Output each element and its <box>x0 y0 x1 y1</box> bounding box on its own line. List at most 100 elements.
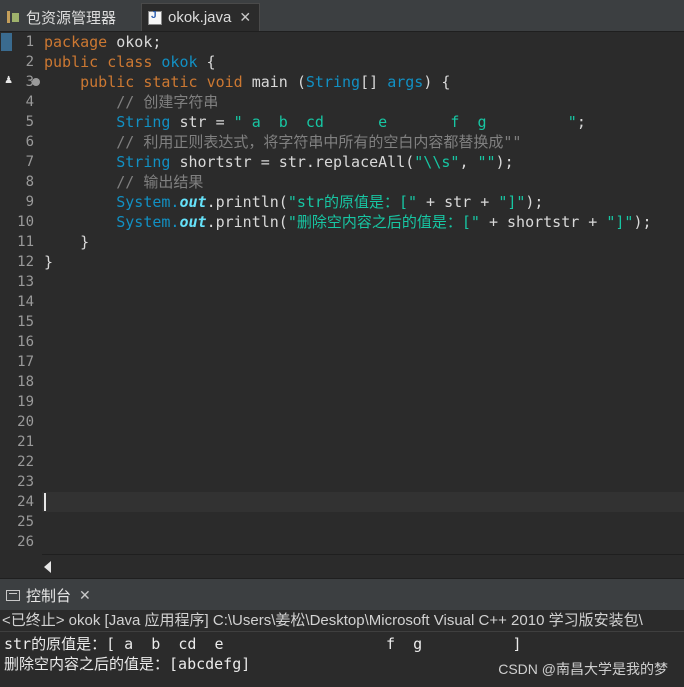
console-tab-bar: 控制台 ✕ <box>0 578 684 610</box>
code-line-12: } <box>44 252 53 272</box>
package-explorer-icon <box>6 10 20 24</box>
code-text: ; <box>576 113 586 131</box>
line-number: 22 <box>17 454 34 470</box>
keyword-class: class <box>107 53 153 71</box>
line-number: 14 <box>17 294 34 310</box>
line-number: 19 <box>17 394 34 410</box>
code-line-7: String shortstr = str.replaceAll("\\s", … <box>44 152 514 172</box>
line-number: 15 <box>17 314 34 330</box>
line-number: 18 <box>17 374 34 390</box>
line-number: 26 <box>17 534 34 550</box>
console-view[interactable]: <已终止> okok [Java 应用程序] C:\Users\姜松\Deskt… <box>0 610 684 687</box>
method-name: main <box>251 73 288 91</box>
code-text: ); <box>633 213 652 231</box>
comment: // 输出结果 <box>116 173 204 191</box>
string-literal: "str的原值是：[" <box>287 193 418 211</box>
keyword-public: public <box>80 73 135 91</box>
code-text: + shortstr + <box>479 213 607 231</box>
string-literal: "" <box>477 153 496 171</box>
code-line-10: System.out.println("删除空内容之后的值是：[" + shor… <box>44 212 652 232</box>
code-text: = <box>206 113 234 131</box>
static-field-out: out <box>179 213 207 231</box>
line-number: 25 <box>17 514 34 530</box>
type-string: String <box>305 73 361 91</box>
line-number: 23 <box>17 474 34 490</box>
code-text: ); <box>495 153 514 171</box>
code-text: ( <box>287 73 306 91</box>
console-status-line: <已终止> okok [Java 应用程序] C:\Users\姜松\Deskt… <box>0 610 684 632</box>
code-line-9: System.out.println("str的原值是：[" + str + "… <box>44 192 543 212</box>
tab-okok-java[interactable]: okok.java ✕ <box>141 3 261 31</box>
keyword-public: public <box>44 53 99 71</box>
horizontal-scrollbar[interactable] <box>42 554 684 577</box>
line-number: 10 <box>17 214 34 230</box>
code-text: , <box>459 153 478 171</box>
code-text: [] <box>360 73 388 91</box>
line-number: 13 <box>17 274 34 290</box>
variable-name: str <box>170 113 207 131</box>
line-number: 3 <box>25 74 34 90</box>
line-number: 21 <box>17 434 34 450</box>
code-line-3: public static void main (String[] args) … <box>44 72 450 92</box>
line-number: 5 <box>25 114 34 130</box>
code-line-6: // 利用正则表达式，将字符串中所有的空白内容都替换成"" <box>44 132 521 152</box>
current-line-highlight <box>42 492 684 512</box>
string-literal: "删除空内容之后的值是：[" <box>287 213 480 231</box>
string-literal: "\\s" <box>414 153 460 171</box>
type-string: String <box>116 153 171 171</box>
code-text: = str.replaceAll( <box>251 153 415 171</box>
text-caret <box>44 493 46 511</box>
code-text: .println( <box>206 193 288 211</box>
line-number: 16 <box>17 334 34 350</box>
code-line-1: package okok; <box>44 32 161 52</box>
code-text: } <box>80 233 90 251</box>
tab-console[interactable]: 控制台 ✕ <box>6 585 91 606</box>
string-literal: "]" <box>498 193 526 211</box>
tab-package-explorer[interactable]: 包资源管理器 <box>6 3 116 31</box>
editor-tab-bar: 包资源管理器 okok.java ✕ <box>0 0 684 32</box>
line-number: 8 <box>25 174 34 190</box>
close-icon[interactable]: ✕ <box>239 9 251 26</box>
line-number: 20 <box>17 414 34 430</box>
console-output-line: str的原值是：[ a b cd e f g ] <box>4 635 522 653</box>
code-editor[interactable]: ♟ 1 2 3 4 5 6 7 8 9 10 11 12 13 14 15 16… <box>0 32 684 577</box>
watermark: CSDN @南昌大学是我的梦 <box>498 661 668 677</box>
comment: // 利用正则表达式，将字符串中所有的空白内容都替换成"" <box>116 133 522 151</box>
code-line-8: // 输出结果 <box>44 172 203 192</box>
code-text: ) { <box>423 73 451 91</box>
line-number: 24 <box>17 494 34 510</box>
line-number: 9 <box>25 194 34 210</box>
keyword-package: package <box>44 33 108 51</box>
code-text: .println( <box>206 213 288 231</box>
scroll-left-icon[interactable] <box>44 561 51 573</box>
line-number: 4 <box>25 94 34 110</box>
line-number: 17 <box>17 354 34 370</box>
code-line-4: // 创建字符串 <box>44 92 218 112</box>
line-number: 1 <box>25 34 34 50</box>
static-field-out: out <box>179 193 207 211</box>
param-name: args <box>387 73 424 91</box>
string-literal: "]" <box>606 213 634 231</box>
system-class: System. <box>116 193 180 211</box>
line-number: 7 <box>25 154 34 170</box>
type-string: String <box>116 113 171 131</box>
code-text: { <box>197 53 216 71</box>
code-text: ); <box>525 193 544 211</box>
string-literal: " a b cd e f g " <box>233 113 577 131</box>
line-number: 11 <box>17 234 34 250</box>
line-number: 6 <box>25 134 34 150</box>
close-icon[interactable]: ✕ <box>79 587 91 604</box>
class-name: okok <box>161 53 198 71</box>
tab-label: 包资源管理器 <box>26 9 117 27</box>
console-output-line: 删除空内容之后的值是：[abcdefg] <box>4 655 251 673</box>
keyword-void: void <box>206 73 243 91</box>
keyword-static: static <box>143 73 198 91</box>
line-number: 2 <box>25 54 34 70</box>
code-line-2: public class okok { <box>44 52 216 72</box>
comment: // 创建字符串 <box>116 93 219 111</box>
code-text: } <box>44 253 54 271</box>
code-line-5: String str = " a b cd e f g "; <box>44 112 586 132</box>
package-name: okok; <box>107 33 162 51</box>
console-tab-label: 控制台 <box>26 588 72 605</box>
code-line-11: } <box>44 232 89 252</box>
